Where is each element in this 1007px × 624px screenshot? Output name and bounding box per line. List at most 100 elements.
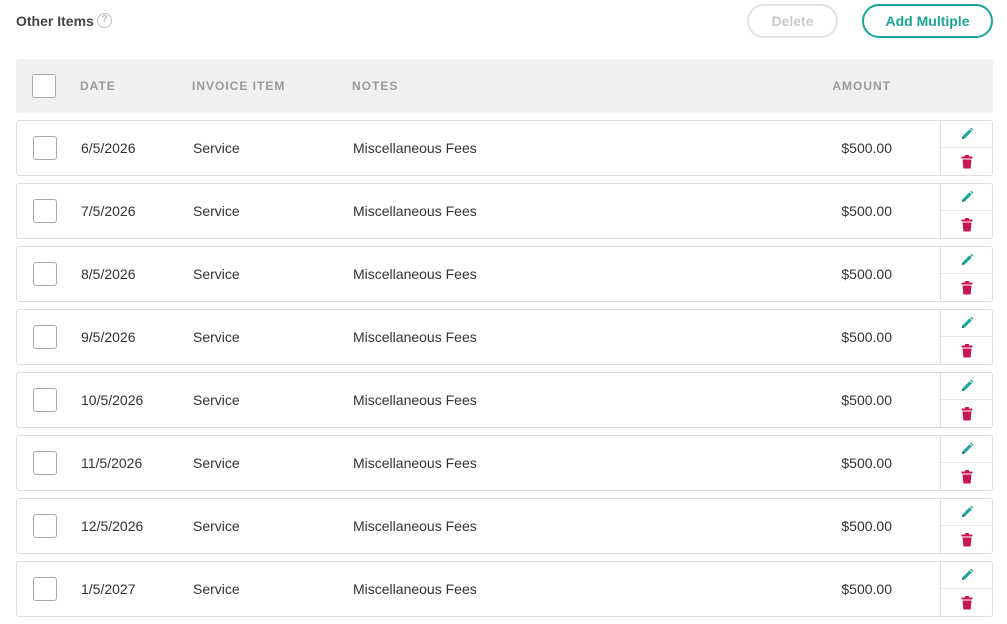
edit-row-button[interactable] — [941, 499, 993, 526]
row-actions — [940, 310, 993, 364]
delete-row-button[interactable] — [941, 148, 993, 175]
amount-cell: $500.00 — [841, 329, 892, 345]
notes-cell: Miscellaneous Fees — [353, 518, 477, 534]
delete-row-button[interactable] — [941, 211, 993, 238]
table-row: 6/5/2026 Service Miscellaneous Fees $500… — [16, 120, 993, 176]
notes-cell: Miscellaneous Fees — [353, 203, 477, 219]
row-actions — [940, 562, 993, 616]
row-checkbox[interactable] — [33, 577, 57, 601]
date-cell: 12/5/2026 — [81, 518, 144, 534]
edit-row-button[interactable] — [941, 121, 993, 148]
notes-cell: Miscellaneous Fees — [353, 140, 477, 156]
row-actions — [940, 121, 993, 175]
pencil-icon — [962, 568, 974, 580]
pencil-icon — [962, 505, 974, 517]
table-row: 12/5/2026 Service Miscellaneous Fees $50… — [16, 498, 993, 554]
delete-button[interactable]: Delete — [747, 4, 838, 38]
delete-row-button[interactable] — [941, 400, 993, 427]
table-row: 1/5/2027 Service Miscellaneous Fees $500… — [16, 561, 993, 617]
row-actions — [940, 247, 993, 301]
edit-row-button[interactable] — [941, 247, 993, 274]
row-checkbox[interactable] — [33, 325, 57, 349]
table-row: 11/5/2026 Service Miscellaneous Fees $50… — [16, 435, 993, 491]
row-actions — [940, 184, 993, 238]
pencil-icon — [962, 190, 974, 202]
column-header-amount[interactable]: AMOUNT — [832, 78, 891, 94]
invoice-item-cell: Service — [193, 518, 240, 534]
row-checkbox[interactable] — [33, 514, 57, 538]
table-body: 6/5/2026 Service Miscellaneous Fees $500… — [16, 120, 993, 624]
row-checkbox[interactable] — [33, 262, 57, 286]
row-checkbox[interactable] — [33, 451, 57, 475]
invoice-item-cell: Service — [193, 203, 240, 219]
trash-icon — [961, 469, 973, 483]
amount-cell: $500.00 — [841, 455, 892, 471]
invoice-item-cell: Service — [193, 266, 240, 282]
delete-row-button[interactable] — [941, 274, 993, 301]
delete-row-button[interactable] — [941, 463, 993, 490]
notes-cell: Miscellaneous Fees — [353, 455, 477, 471]
date-cell: 1/5/2027 — [81, 581, 136, 597]
question-circle-icon[interactable]: ? — [97, 13, 112, 28]
trash-icon — [961, 280, 973, 294]
amount-cell: $500.00 — [841, 140, 892, 156]
date-cell: 11/5/2026 — [81, 455, 143, 471]
pencil-icon — [962, 127, 974, 139]
edit-row-button[interactable] — [941, 373, 993, 400]
row-actions — [940, 436, 993, 490]
pencil-icon — [962, 379, 974, 391]
trash-icon — [961, 406, 973, 420]
delete-row-button[interactable] — [941, 337, 993, 364]
select-all-checkbox[interactable] — [32, 74, 56, 98]
edit-row-button[interactable] — [941, 562, 993, 589]
pencil-icon — [962, 316, 974, 328]
amount-cell: $500.00 — [841, 266, 892, 282]
amount-cell: $500.00 — [841, 581, 892, 597]
row-actions — [940, 499, 993, 553]
table-row: 8/5/2026 Service Miscellaneous Fees $500… — [16, 246, 993, 302]
invoice-item-cell: Service — [193, 581, 240, 597]
delete-row-button[interactable] — [941, 589, 993, 616]
row-checkbox[interactable] — [33, 388, 57, 412]
trash-icon — [961, 217, 973, 231]
date-cell: 7/5/2026 — [81, 203, 136, 219]
date-cell: 6/5/2026 — [81, 140, 136, 156]
invoice-item-cell: Service — [193, 455, 240, 471]
invoice-item-cell: Service — [193, 392, 240, 408]
notes-cell: Miscellaneous Fees — [353, 392, 477, 408]
pencil-icon — [962, 253, 974, 265]
trash-icon — [961, 343, 973, 357]
column-header-notes[interactable]: NOTES — [352, 78, 398, 94]
edit-row-button[interactable] — [941, 184, 993, 211]
amount-cell: $500.00 — [841, 392, 892, 408]
notes-cell: Miscellaneous Fees — [353, 581, 477, 597]
amount-cell: $500.00 — [841, 203, 892, 219]
notes-cell: Miscellaneous Fees — [353, 266, 477, 282]
trash-icon — [961, 532, 973, 546]
date-cell: 9/5/2026 — [81, 329, 136, 345]
pencil-icon — [962, 442, 974, 454]
edit-row-button[interactable] — [941, 436, 993, 463]
row-actions — [940, 373, 993, 427]
date-cell: 8/5/2026 — [81, 266, 136, 282]
table-row: 7/5/2026 Service Miscellaneous Fees $500… — [16, 183, 993, 239]
table-row: 9/5/2026 Service Miscellaneous Fees $500… — [16, 309, 993, 365]
amount-cell: $500.00 — [841, 518, 892, 534]
table-header: DATE INVOICE ITEM NOTES AMOUNT — [16, 59, 993, 113]
trash-icon — [961, 154, 973, 168]
add-multiple-button[interactable]: Add Multiple — [862, 4, 993, 38]
edit-row-button[interactable] — [941, 310, 993, 337]
column-header-date[interactable]: DATE — [80, 78, 116, 94]
delete-row-button[interactable] — [941, 526, 993, 553]
notes-cell: Miscellaneous Fees — [353, 329, 477, 345]
trash-icon — [961, 595, 973, 609]
column-header-invoice-item[interactable]: INVOICE ITEM — [192, 78, 285, 94]
row-checkbox[interactable] — [33, 136, 57, 160]
invoice-item-cell: Service — [193, 140, 240, 156]
table-row: 10/5/2026 Service Miscellaneous Fees $50… — [16, 372, 993, 428]
section-header: Other Items ? Delete Add Multiple — [0, 0, 1007, 44]
row-checkbox[interactable] — [33, 199, 57, 223]
date-cell: 10/5/2026 — [81, 392, 144, 408]
section-title: Other Items — [16, 13, 94, 29]
invoice-item-cell: Service — [193, 329, 240, 345]
